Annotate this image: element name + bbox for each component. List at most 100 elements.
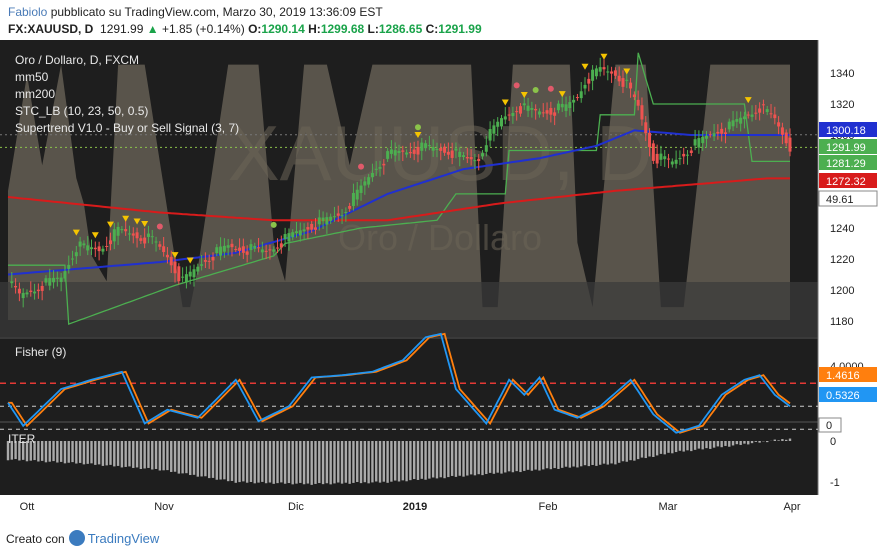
iter-bar [621, 441, 625, 462]
candle-body [530, 108, 534, 110]
author-name[interactable]: Fabiolo [8, 5, 47, 19]
iter-bar [439, 441, 442, 478]
iter-bar [386, 441, 389, 483]
close-value: 1291.99 [438, 22, 482, 36]
iter-bar [310, 441, 313, 485]
iter-bar [75, 441, 78, 464]
fisher-tag-text: 1.4616 [826, 370, 860, 382]
candle-body [238, 247, 242, 251]
iter-bar [101, 441, 105, 466]
candle-body [443, 146, 447, 153]
iter-bar [576, 441, 579, 468]
candle-body [704, 135, 708, 139]
iter-bar [63, 441, 67, 464]
iter-bar [56, 441, 59, 463]
iter-bar [724, 441, 727, 446]
time-tick-label: Feb [539, 501, 558, 513]
iter-bar [185, 441, 188, 474]
iter-bar [731, 441, 735, 446]
iter-bar [234, 441, 237, 483]
fisher-value-tag: 0.5326 [819, 387, 877, 402]
candle-body [617, 75, 621, 82]
candle-body [408, 152, 412, 154]
change-value: +1.85 (+0.14%) [161, 22, 245, 36]
candle-body [477, 158, 481, 162]
iter-bar [420, 441, 423, 479]
iter-bar [610, 441, 613, 464]
candle-body [412, 149, 416, 154]
candle-body [101, 248, 105, 252]
candle-body [283, 234, 287, 240]
iter-tag-text: 0 [826, 420, 832, 432]
iter-bar [196, 441, 200, 477]
candle-body [230, 243, 234, 248]
iter-bar [663, 441, 666, 455]
candle-body [71, 258, 75, 260]
iter-bar [397, 441, 401, 482]
iter-bar [519, 441, 522, 473]
candle-body [587, 78, 591, 84]
candle-body [583, 84, 587, 89]
iter-bar [162, 441, 165, 471]
last-price: 1291.99 [100, 22, 144, 36]
candle-body [439, 148, 443, 151]
iter-bar [602, 441, 606, 464]
iter-bar [242, 441, 245, 482]
candle-body [196, 266, 200, 272]
price-tag: 1300.18 [819, 122, 877, 137]
candle-body [575, 97, 579, 99]
footer-brand[interactable]: TradingView [88, 531, 160, 546]
candle-body [219, 246, 223, 256]
iter-bar [640, 441, 644, 458]
iter-bar [728, 441, 731, 447]
candle-body [522, 103, 526, 106]
iter-bar [116, 441, 120, 466]
iter-bar [636, 441, 640, 460]
candle-body [621, 78, 625, 87]
candle-body [572, 99, 576, 103]
iter-bar [394, 441, 397, 481]
iter-bar [329, 441, 332, 485]
iter-bar [693, 441, 697, 450]
candle-body [594, 68, 598, 77]
signal-dot-marker [513, 82, 520, 89]
candle-body [648, 132, 652, 148]
candle-body [716, 131, 720, 134]
iter-bar [299, 441, 302, 483]
iter-bar [139, 441, 143, 469]
iter-bar [591, 441, 594, 465]
candle-body [154, 241, 158, 243]
candle-body [545, 110, 549, 114]
candle-body [382, 163, 386, 166]
iter-bar [283, 441, 287, 484]
iter-bar [424, 441, 427, 480]
candle-body [135, 232, 139, 239]
iter-bar [431, 441, 435, 478]
candle-body [302, 229, 306, 232]
iter-bar [166, 441, 169, 471]
candle-body [120, 229, 124, 231]
chart-canvas[interactable]: XAUUSD, D Oro / Dollaro 1180 1200 1220 1240… [0, 40, 885, 518]
candle-body [90, 247, 94, 250]
iter-bar [48, 441, 51, 462]
iter-bar [716, 441, 720, 447]
iter-bar [340, 441, 344, 484]
iter-tick-label: -1 [830, 477, 840, 489]
high-label: H: [308, 22, 321, 36]
watermark-name: Oro / Dollaro [338, 217, 542, 258]
iter-bar [189, 441, 192, 476]
iter-bar [777, 440, 780, 441]
candle-body [708, 134, 712, 136]
candle-body [211, 256, 215, 261]
iter-bar [549, 441, 553, 470]
iter-bar [542, 441, 545, 470]
candle-body [17, 288, 21, 294]
iter-bar [173, 441, 177, 472]
candle-body [207, 260, 211, 262]
iter-bar [128, 441, 131, 467]
iter-bar [526, 441, 530, 470]
candle-body [355, 189, 359, 200]
candle-body [276, 247, 280, 249]
iter-bar [82, 441, 86, 465]
iter-bar [492, 441, 496, 474]
